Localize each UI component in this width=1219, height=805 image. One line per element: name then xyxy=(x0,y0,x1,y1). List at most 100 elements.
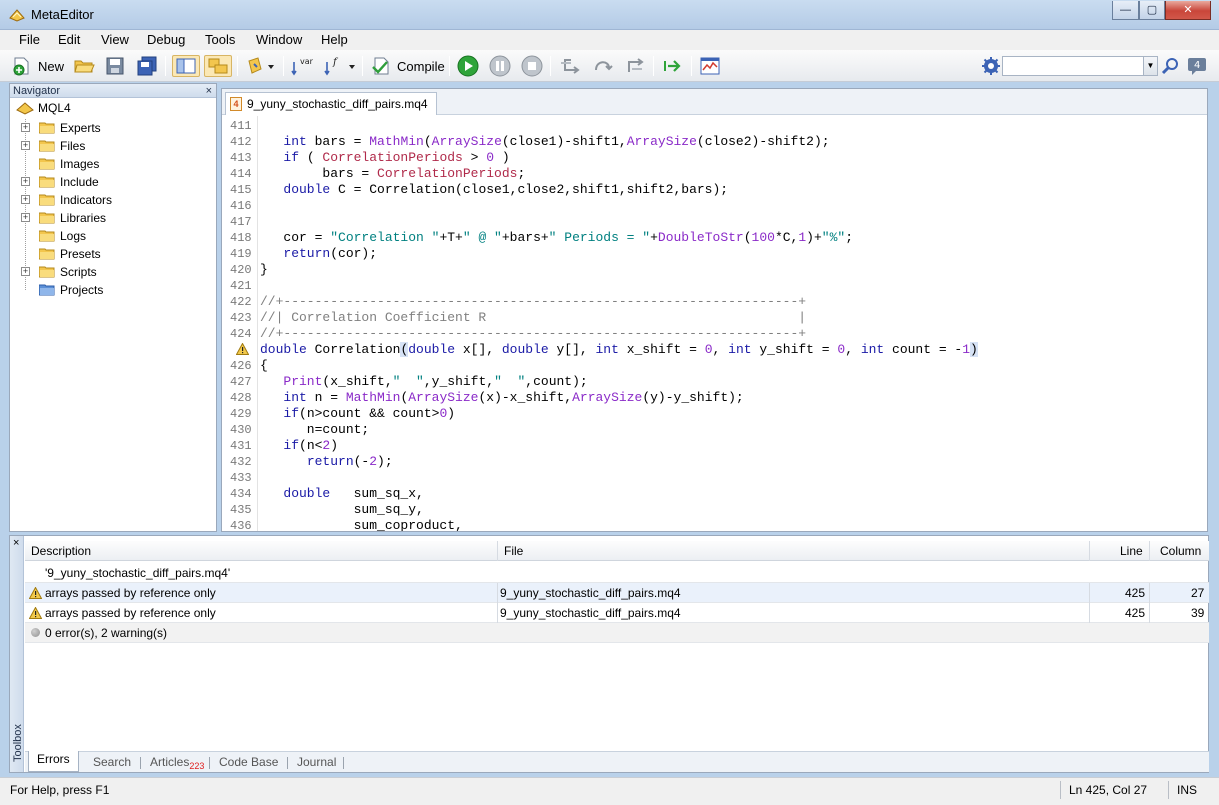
tree-item-logs[interactable]: Logs xyxy=(10,227,210,245)
code-line[interactable]: 417 xyxy=(222,214,1207,230)
code-line[interactable]: 415 double C = Correlation(close1,close2… xyxy=(222,182,1207,198)
code-line[interactable]: 423 //| Correlation Coefficient R | xyxy=(222,310,1207,326)
expand-icon[interactable]: + xyxy=(21,195,30,204)
document-tab[interactable]: 4 9_yuny_stochastic_diff_pairs.mq4 xyxy=(225,92,437,115)
navigator-close-button[interactable]: × xyxy=(206,84,212,98)
code-line[interactable]: 433 xyxy=(222,470,1207,486)
tree-item-scripts[interactable]: + Scripts xyxy=(10,263,210,281)
expand-icon[interactable]: + xyxy=(21,123,30,132)
table-row[interactable]: '9_yuny_stochastic_diff_pairs.mq4' xyxy=(25,563,1209,583)
save-all-icon xyxy=(137,56,157,76)
toolbox-toggle-button[interactable] xyxy=(204,55,232,77)
tree-item-experts[interactable]: + Experts xyxy=(10,119,210,137)
tree-item-files[interactable]: + Files xyxy=(10,137,210,155)
step-out-button[interactable] xyxy=(621,55,649,77)
code-area[interactable]: 411 412 int bars = MathMin(ArraySize(clos… xyxy=(222,116,1207,531)
styler-button[interactable] xyxy=(244,55,278,77)
column-description[interactable]: Description xyxy=(31,544,91,558)
code-line[interactable]: 435 sum_sq_y, xyxy=(222,502,1207,518)
code-line[interactable]: 427 Print(x_shift," ",y_shift," ",count)… xyxy=(222,374,1207,390)
close-button[interactable]: ✕ xyxy=(1165,1,1211,20)
toolbox-close-button[interactable]: × xyxy=(13,537,19,549)
tab-articles[interactable]: Articles223 xyxy=(142,754,212,773)
menu-edit[interactable]: Edit xyxy=(58,32,80,47)
code-line[interactable]: 411 xyxy=(222,118,1207,134)
table-row[interactable]: 0 error(s), 2 warning(s) xyxy=(25,623,1209,643)
search-options-button[interactable] xyxy=(979,55,1003,77)
code-line[interactable]: 414 bars = CorrelationPeriods; xyxy=(222,166,1207,182)
expand-icon[interactable]: + xyxy=(21,141,30,150)
chat-button[interactable]: 4 xyxy=(1184,55,1210,77)
code-line[interactable]: 424 //+----------------------------------… xyxy=(222,326,1207,342)
code-line[interactable]: 420} xyxy=(222,262,1207,278)
step-over-button[interactable] xyxy=(589,55,617,77)
stop-debug-button[interactable] xyxy=(519,55,545,77)
open-button[interactable] xyxy=(71,55,97,77)
tree-item-include[interactable]: + Include xyxy=(10,173,210,191)
save-button[interactable] xyxy=(103,55,127,77)
tab-errors[interactable]: Errors xyxy=(28,751,79,772)
table-row[interactable]: arrays passed by reference only 9_yuny_s… xyxy=(25,603,1209,623)
tree-item-indicators[interactable]: + Indicators xyxy=(10,191,210,209)
column-column[interactable]: Column xyxy=(1160,544,1201,558)
run-to-cursor-button[interactable] xyxy=(659,55,685,77)
code-line[interactable]: 436 sum_coproduct, xyxy=(222,518,1207,531)
tree-root-mql4[interactable]: MQL4 xyxy=(16,101,71,115)
minimize-button[interactable]: — xyxy=(1112,1,1139,20)
code-line[interactable]: 412 int bars = MathMin(ArraySize(close1)… xyxy=(222,134,1207,150)
code-line[interactable]: 413 if ( CorrelationPeriods > 0 ) xyxy=(222,150,1207,166)
menu-window[interactable]: Window xyxy=(256,32,302,47)
code-text: if(n<2) xyxy=(283,438,339,453)
code-line[interactable]: 426 { xyxy=(222,358,1207,374)
search-input[interactable] xyxy=(1002,56,1144,76)
menu-tools[interactable]: Tools xyxy=(205,32,235,47)
tree-item-libraries[interactable]: + Libraries xyxy=(10,209,210,227)
search-dropdown-button[interactable]: ▼ xyxy=(1144,56,1158,76)
tab-search[interactable]: Search xyxy=(85,754,139,773)
maximize-button[interactable]: ▢ xyxy=(1139,1,1165,20)
new-button[interactable]: New xyxy=(10,55,66,77)
expand-icon[interactable]: + xyxy=(21,267,30,276)
column-file[interactable]: File xyxy=(504,544,523,558)
save-all-button[interactable] xyxy=(134,55,160,77)
compile-icon xyxy=(372,57,389,75)
code-line[interactable]: double Correlation(double x[], double y[… xyxy=(222,342,1207,358)
window-title: MetaEditor xyxy=(31,7,94,22)
code-line[interactable]: 434 double sum_sq_x, xyxy=(222,486,1207,502)
code-line[interactable]: 416 xyxy=(222,198,1207,214)
tree-item-images[interactable]: Images xyxy=(10,155,210,173)
menu-help[interactable]: Help xyxy=(321,32,348,47)
code-line[interactable]: 421 xyxy=(222,278,1207,294)
step-into-button[interactable] xyxy=(557,55,585,77)
pause-debug-button[interactable] xyxy=(487,55,513,77)
code-line[interactable]: 432 return(-2); xyxy=(222,454,1207,470)
search-button[interactable] xyxy=(1159,55,1183,77)
start-debug-button[interactable] xyxy=(455,55,481,77)
navigator-toggle-button[interactable] xyxy=(172,55,200,77)
tab-code-base[interactable]: Code Base xyxy=(211,754,286,773)
terminal-button[interactable] xyxy=(697,55,723,77)
column-line[interactable]: Line xyxy=(1120,544,1143,558)
code-line[interactable]: 428 int n = MathMin(ArraySize(x)-x_shift… xyxy=(222,390,1207,406)
menu-view[interactable]: View xyxy=(101,32,129,47)
code-line[interactable]: 419 return(cor); xyxy=(222,246,1207,262)
code-line[interactable]: 429 if(n>count && count>0) xyxy=(222,406,1207,422)
code-line[interactable]: 431 if(n<2) xyxy=(222,438,1207,454)
code-text: } xyxy=(260,262,268,277)
table-row[interactable]: arrays passed by reference only 9_yuny_s… xyxy=(25,583,1209,603)
expand-icon[interactable]: + xyxy=(21,177,30,186)
tab-journal[interactable]: Journal xyxy=(289,754,344,773)
folder-icon xyxy=(39,248,55,260)
tree-item-presets[interactable]: Presets xyxy=(10,245,210,263)
code-line[interactable]: 422 //+----------------------------------… xyxy=(222,294,1207,310)
list-names-button[interactable]: var xyxy=(289,55,317,77)
menu-file[interactable]: File xyxy=(19,32,40,47)
compile-button[interactable]: Compile xyxy=(369,55,447,77)
code-line[interactable]: 418 cor = "Correlation "+T+" @ "+bars+" … xyxy=(222,230,1207,246)
toolbox-tabs: Errors Search Articles223 Code Base Jour… xyxy=(25,751,1209,772)
tree-item-projects[interactable]: Projects xyxy=(10,281,210,299)
menu-debug[interactable]: Debug xyxy=(147,32,185,47)
function-list-button[interactable]: f xyxy=(321,55,361,77)
code-line[interactable]: 430 n=count; xyxy=(222,422,1207,438)
expand-icon[interactable]: + xyxy=(21,213,30,222)
